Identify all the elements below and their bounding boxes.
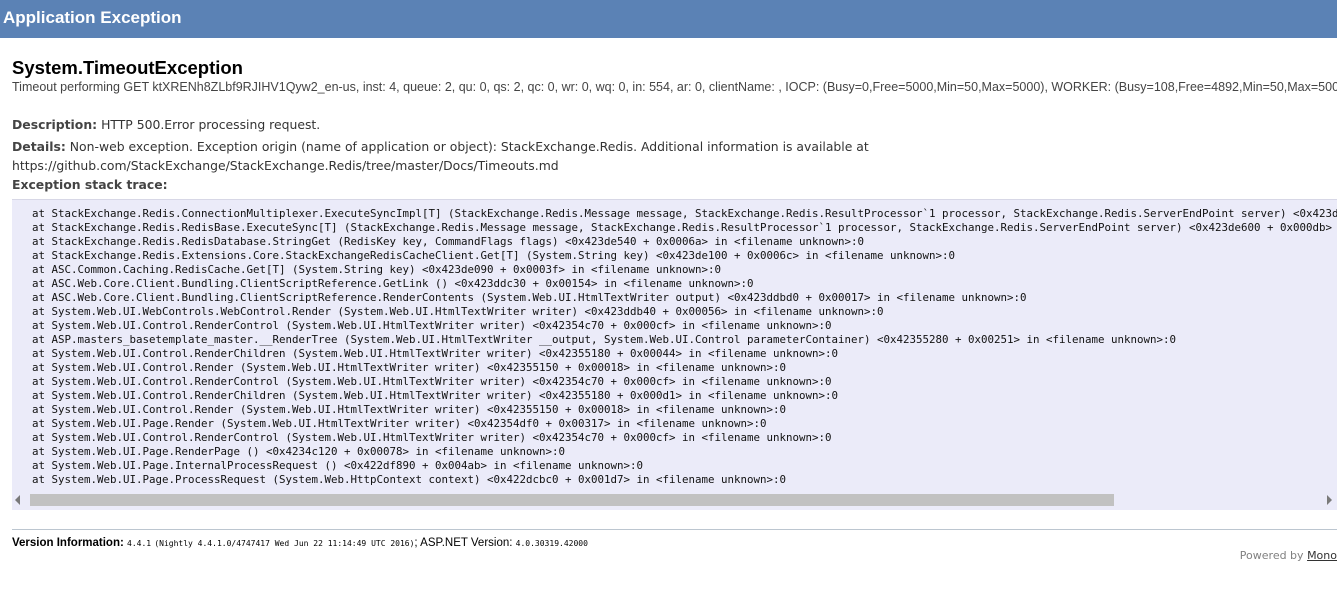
details-text: Non-web exception. Exception origin (nam… [12, 139, 869, 173]
stack-trace-line: at System.Web.UI.Control.RenderControl (… [32, 431, 832, 444]
stack-trace-line: at System.Web.UI.Control.Render (System.… [32, 403, 787, 416]
stack-trace-line: at StackExchange.Redis.RedisDatabase.Str… [32, 235, 865, 248]
description-section: Description: HTTP 500.Error processing r… [12, 115, 320, 134]
aspnet-label: ; ASP.NET Version: [414, 537, 513, 549]
powered-by-text: Powered by [1239, 549, 1304, 562]
description-text: HTTP 500.Error processing request. [101, 117, 321, 132]
details-section: Details: Non-web exception. Exception or… [12, 137, 1332, 175]
description-label: Description: [12, 117, 98, 132]
stack-trace-label: Exception stack trace: [12, 177, 168, 192]
scroll-right-arrow-icon[interactable] [1327, 495, 1332, 505]
stack-trace-line: at System.Web.UI.Page.InternalProcessReq… [32, 459, 644, 472]
mono-build: (Nightly 4.4.1.0/4747417 Wed Jun 22 11:1… [154, 539, 415, 548]
stack-trace-line: at StackExchange.Redis.ConnectionMultipl… [32, 207, 1337, 220]
exception-message: Timeout performing GET ktXRENh8ZLbf9RJIH… [12, 80, 1337, 94]
stack-trace-line: at System.Web.UI.Control.Render (System.… [32, 361, 787, 374]
stack-trace-lines: at StackExchange.Redis.ConnectionMultipl… [32, 207, 1337, 487]
powered-by: Powered by Mono [1240, 549, 1337, 562]
stack-trace-line: at ASP.masters_basetemplate_master.__Ren… [32, 333, 1177, 346]
stack-trace-line: at StackExchange.Redis.RedisBase.Execute… [32, 221, 1337, 234]
details-label: Details: [12, 139, 66, 154]
scroll-left-arrow-icon[interactable] [15, 495, 20, 505]
horizontal-scrollbar[interactable] [12, 493, 1337, 507]
exception-type: System.TimeoutException [12, 57, 243, 78]
footer-divider [12, 529, 1337, 530]
stack-trace-line: at ASC.Web.Core.Client.Bundling.ClientSc… [32, 277, 754, 290]
stack-trace-line: at System.Web.UI.WebControls.WebControl.… [32, 305, 884, 318]
page-title: Application Exception [3, 8, 182, 27]
stack-trace-box[interactable]: at StackExchange.Redis.ConnectionMultipl… [12, 199, 1337, 510]
scrollbar-thumb[interactable] [30, 494, 1114, 506]
version-information: Version Information: 4.4.1 (Nightly 4.4.… [12, 537, 588, 549]
stack-trace-line: at System.Web.UI.Page.ProcessRequest (Sy… [32, 473, 787, 486]
stack-trace-line: at System.Web.UI.Page.RenderPage () <0x4… [32, 445, 566, 458]
stack-trace-line: at System.Web.UI.Page.Render (System.Web… [32, 417, 767, 430]
mono-link[interactable]: Mono [1307, 549, 1337, 562]
stack-trace-line: at StackExchange.Redis.Extensions.Core.S… [32, 249, 956, 262]
aspnet-version: 4.0.30319.42000 [515, 539, 588, 548]
page-header: Application Exception [0, 0, 1337, 38]
version-label: Version Information: [12, 537, 124, 549]
stack-trace-line: at ASC.Common.Caching.RedisCache.Get[T] … [32, 263, 722, 276]
mono-version: 4.4.1 [127, 539, 152, 548]
stack-trace-line: at System.Web.UI.Control.RenderControl (… [32, 319, 832, 332]
stack-trace-line: at System.Web.UI.Control.RenderChildren … [32, 389, 839, 402]
stack-trace-line: at System.Web.UI.Control.RenderChildren … [32, 347, 839, 360]
stack-trace-line: at System.Web.UI.Control.RenderControl (… [32, 375, 832, 388]
stack-trace-line: at ASC.Web.Core.Client.Bundling.ClientSc… [32, 291, 1027, 304]
